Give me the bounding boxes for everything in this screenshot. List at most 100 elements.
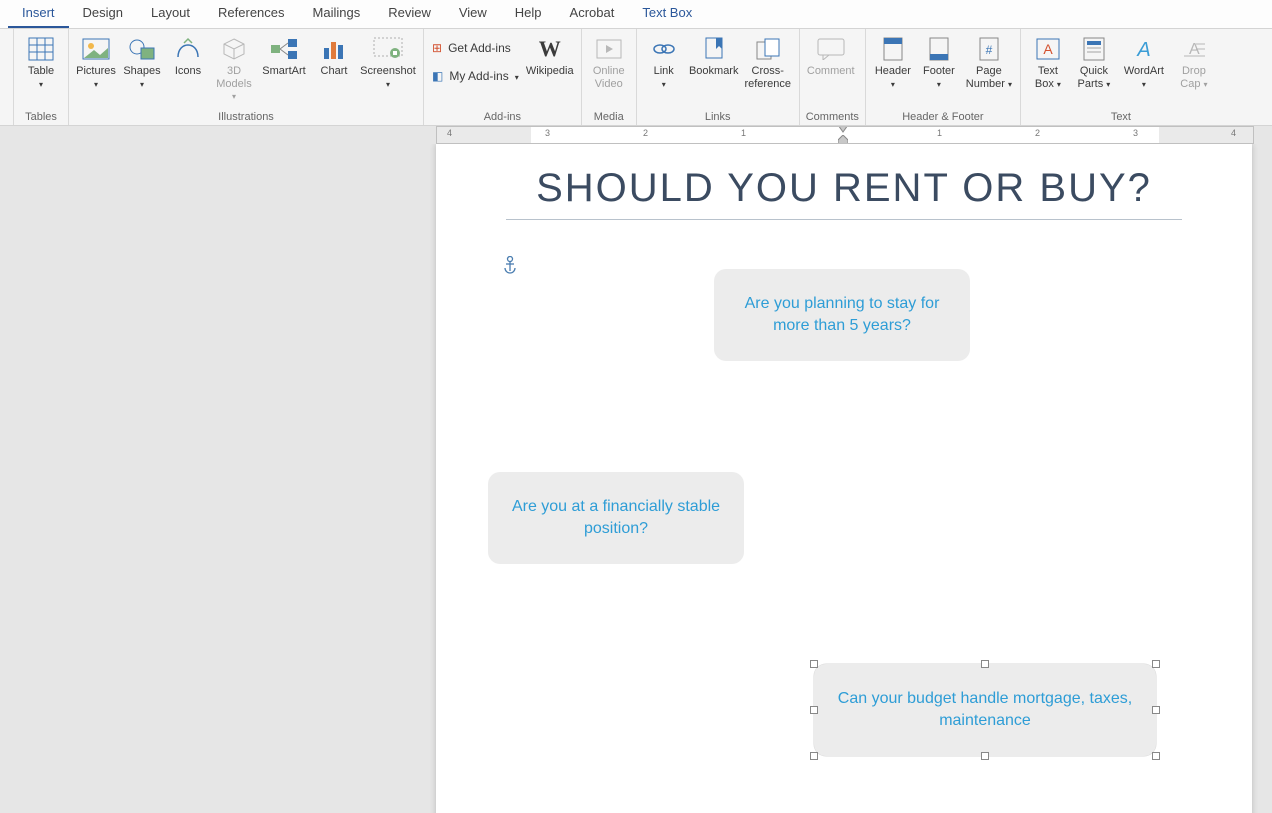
tab-layout[interactable]: Layout bbox=[137, 0, 204, 28]
comment-button[interactable]: Comment bbox=[806, 31, 856, 103]
my-addins-button[interactable]: ◧ My Add-ins ▾ bbox=[430, 65, 521, 87]
resize-handle-nw[interactable] bbox=[810, 660, 818, 668]
screenshot-button[interactable]: Screenshot ▾ bbox=[359, 31, 417, 103]
header-label: Header bbox=[875, 65, 911, 78]
chevron-down-icon: ▾ bbox=[662, 80, 666, 89]
comment-label: Comment bbox=[807, 65, 855, 78]
screenshot-icon bbox=[372, 35, 404, 63]
chevron-down-icon: ▾ bbox=[94, 80, 98, 89]
bookmark-button[interactable]: Bookmark bbox=[689, 31, 739, 103]
icons-label: Icons bbox=[175, 65, 201, 78]
chevron-down-icon: ▾ bbox=[39, 80, 43, 89]
smartart-label: SmartArt bbox=[262, 65, 305, 78]
wikipedia-button[interactable]: W Wikipedia bbox=[525, 31, 575, 103]
pictures-button[interactable]: Pictures ▾ bbox=[75, 31, 117, 103]
chart-label: Chart bbox=[321, 65, 348, 78]
indent-marker-top[interactable] bbox=[838, 126, 848, 133]
group-label-text: Text bbox=[1027, 111, 1215, 125]
footer-button[interactable]: Footer ▾ bbox=[918, 31, 960, 103]
footer-label: Footer bbox=[923, 65, 955, 78]
textbox-1[interactable]: Are you planning to stay for more than 5… bbox=[714, 269, 970, 361]
ribbon-group-headerfooter: Header ▾ Footer ▾ # Page Number ▾ Page N… bbox=[866, 29, 1021, 125]
group-label-illustrations: Illustrations bbox=[75, 111, 417, 125]
smartart-button[interactable]: SmartArt bbox=[259, 31, 309, 103]
online-video-button[interactable]: Online Video Online Video bbox=[588, 31, 630, 103]
document-workspace[interactable]: SHOULD YOU RENT OR BUY? Are you planning… bbox=[0, 144, 1272, 813]
tab-references[interactable]: References bbox=[204, 0, 298, 28]
pagenumber-button[interactable]: # Page Number ▾ Page Number bbox=[964, 31, 1014, 103]
pagenumber-icon: # bbox=[973, 35, 1005, 63]
bookmark-label: Bookmark bbox=[689, 65, 739, 78]
textbox-button[interactable]: A Text Box ▾ Text Box bbox=[1027, 31, 1069, 103]
textbox-3-selected[interactable]: Can your budget handle mortgage, taxes, … bbox=[814, 664, 1156, 756]
ruler-tick: 4 bbox=[447, 128, 452, 138]
table-label: Table bbox=[28, 65, 54, 78]
chevron-down-icon: ▾ bbox=[515, 73, 519, 82]
document-page[interactable]: SHOULD YOU RENT OR BUY? Are you planning… bbox=[436, 144, 1252, 813]
ruler-tick: 4 bbox=[1231, 128, 1236, 138]
pagenum-label-1: Page bbox=[976, 65, 1002, 78]
tab-textbox-context[interactable]: Text Box bbox=[628, 0, 706, 28]
get-addins-button[interactable]: ⊞ Get Add-ins bbox=[430, 37, 521, 59]
tab-insert[interactable]: Insert bbox=[8, 0, 69, 28]
quick-label-2: Parts ▾ bbox=[1078, 78, 1111, 91]
tab-design[interactable]: Design bbox=[69, 0, 137, 28]
chevron-down-icon: ▾ bbox=[386, 80, 390, 89]
resize-handle-s[interactable] bbox=[981, 752, 989, 760]
resize-handle-se[interactable] bbox=[1152, 752, 1160, 760]
resize-handle-e[interactable] bbox=[1152, 706, 1160, 714]
crossref-button[interactable]: Cross- reference Cross-reference bbox=[743, 31, 793, 103]
wordart-button[interactable]: A WordArt ▾ bbox=[1119, 31, 1169, 103]
ribbon-group-text: A Text Box ▾ Text Box Quick Parts ▾ Quic… bbox=[1021, 29, 1221, 125]
bookmark-icon bbox=[698, 35, 730, 63]
dropcap-button[interactable]: A Drop Cap ▾ Drop Cap bbox=[1173, 31, 1215, 103]
chevron-down-icon: ▾ bbox=[1142, 80, 1146, 89]
wikipedia-icon: W bbox=[534, 35, 566, 63]
video-icon bbox=[593, 35, 625, 63]
resize-handle-n[interactable] bbox=[981, 660, 989, 668]
wordart-label: WordArt bbox=[1124, 65, 1164, 78]
header-button[interactable]: Header ▾ bbox=[872, 31, 914, 103]
ribbon-tabs: Insert Design Layout References Mailings… bbox=[0, 0, 1272, 29]
svg-text:A: A bbox=[1043, 41, 1053, 57]
ribbon-group-illustrations: Pictures ▾ Shapes ▾ Icons 3D bbox=[69, 29, 424, 125]
resize-handle-w[interactable] bbox=[810, 706, 818, 714]
models-label-2: Models ▾ bbox=[213, 78, 255, 103]
crossref-label-2: reference bbox=[744, 78, 790, 91]
tab-help[interactable]: Help bbox=[501, 0, 556, 28]
horizontal-ruler[interactable]: 4 3 2 1 1 2 3 4 bbox=[436, 126, 1254, 144]
tab-review[interactable]: Review bbox=[374, 0, 445, 28]
group-label-tables: Tables bbox=[20, 111, 62, 125]
table-icon bbox=[25, 35, 57, 63]
textbox-2[interactable]: Are you at a financially stable position… bbox=[488, 472, 744, 564]
ruler-tick: 3 bbox=[545, 128, 550, 138]
shapes-label: Shapes bbox=[123, 65, 160, 78]
link-button[interactable]: Link ▾ bbox=[643, 31, 685, 103]
ribbon-group-comments: Comment Comments bbox=[800, 29, 866, 125]
resize-handle-ne[interactable] bbox=[1152, 660, 1160, 668]
quickparts-icon bbox=[1078, 35, 1110, 63]
wikipedia-label: Wikipedia bbox=[526, 65, 574, 78]
ruler-tick: 2 bbox=[1035, 128, 1040, 138]
resize-handle-sw[interactable] bbox=[810, 752, 818, 760]
wordart-icon: A bbox=[1128, 35, 1160, 63]
ruler-tick: 1 bbox=[741, 128, 746, 138]
table-button[interactable]: Table ▾ bbox=[20, 31, 62, 103]
tab-view[interactable]: View bbox=[445, 0, 501, 28]
shapes-button[interactable]: Shapes ▾ bbox=[121, 31, 163, 103]
quickparts-button[interactable]: Quick Parts ▾ Quick Parts bbox=[1073, 31, 1115, 103]
chart-button[interactable]: Chart bbox=[313, 31, 355, 103]
tab-mailings[interactable]: Mailings bbox=[299, 0, 375, 28]
page-title[interactable]: SHOULD YOU RENT OR BUY? bbox=[506, 166, 1182, 220]
textbox-3-text: Can your budget handle mortgage, taxes, … bbox=[834, 688, 1136, 733]
drop-label-2: Cap ▾ bbox=[1180, 78, 1207, 91]
textbox-label-1: Text bbox=[1038, 65, 1058, 78]
indent-marker-bottom[interactable] bbox=[838, 135, 848, 144]
tab-acrobat[interactable]: Acrobat bbox=[556, 0, 629, 28]
chevron-down-icon: ▾ bbox=[891, 80, 895, 89]
3d-models-button[interactable]: 3D 3D Models Models ▾ bbox=[213, 31, 255, 103]
chart-icon bbox=[318, 35, 350, 63]
icons-button[interactable]: Icons bbox=[167, 31, 209, 103]
shapes-icon bbox=[126, 35, 158, 63]
ribbon: Table ▾ Tables Pictures ▾ Shapes ▾ bbox=[0, 29, 1272, 126]
